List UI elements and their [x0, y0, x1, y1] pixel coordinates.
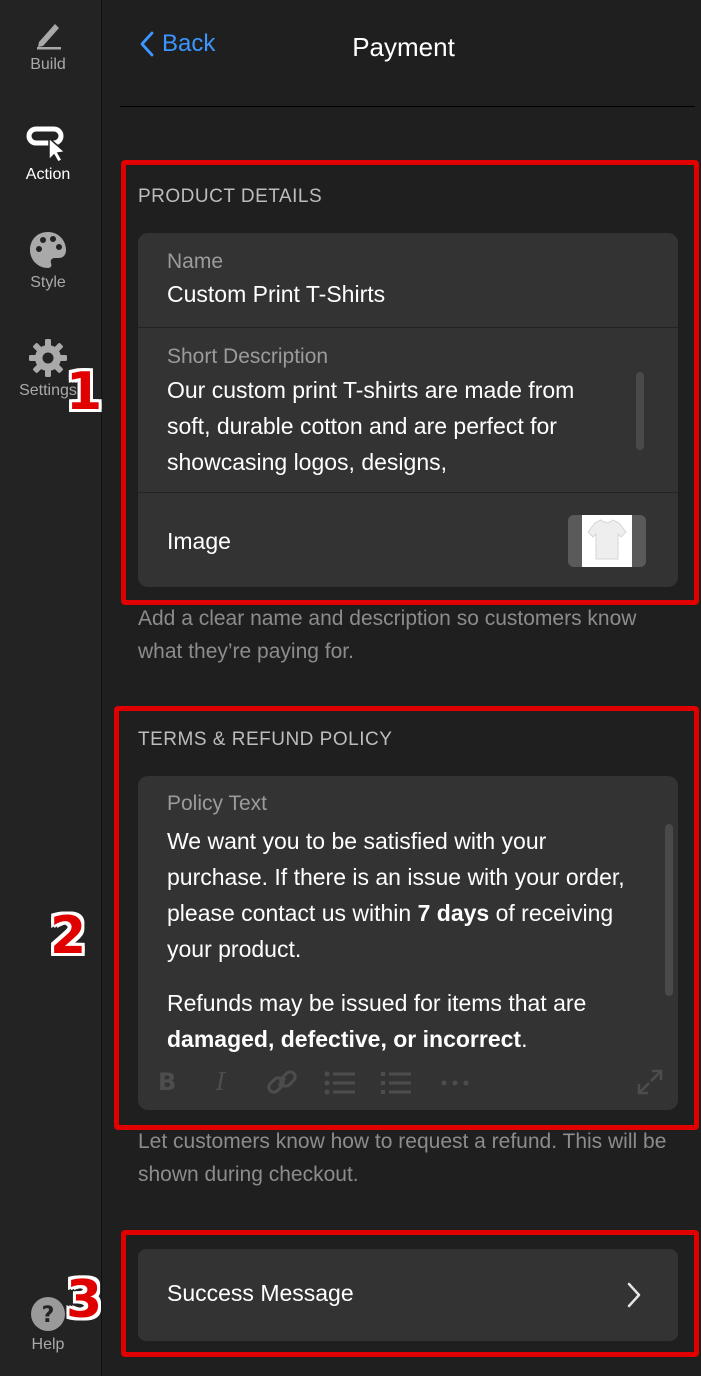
annotation-number-2: 2 — [50, 906, 87, 966]
scrollbar[interactable] — [665, 824, 673, 996]
italic-icon[interactable]: I — [212, 1068, 234, 1094]
palette-icon — [30, 232, 66, 268]
policy-text-editor[interactable]: We want you to be satisfied with your pu… — [167, 823, 637, 1075]
sidebar-item-label: Build — [30, 56, 66, 73]
page-title: Payment — [352, 32, 455, 62]
svg-text:?: ? — [42, 1303, 55, 1328]
link-icon[interactable] — [265, 1068, 299, 1096]
tshirt-image — [568, 515, 646, 567]
expand-icon[interactable] — [636, 1068, 664, 1096]
terms-heading: TERMS & REFUND POLICY — [138, 729, 393, 750]
numbered-list-icon[interactable] — [380, 1070, 412, 1096]
annotation-number-3: 3 — [66, 1270, 103, 1330]
pencil-icon — [37, 24, 61, 50]
short-description-field[interactable]: Short Description Our custom print T-shi… — [138, 328, 678, 492]
sidebar-item-label: Help — [31, 1336, 65, 1353]
bold-icon[interactable]: B — [154, 1068, 180, 1094]
product-details-heading: PRODUCT DETAILS — [138, 186, 323, 207]
scrollbar[interactable] — [636, 372, 644, 450]
annotation-number-1: 1 — [66, 362, 103, 422]
chevron-right-icon — [627, 1282, 641, 1308]
name-value[interactable]: Custom Print T-Shirts — [167, 281, 385, 308]
short-description-text[interactable]: Our custom print T-shirts are made from … — [167, 372, 607, 480]
image-label: Image — [167, 528, 231, 554]
sidebar-item-action[interactable]: Action — [0, 124, 96, 184]
sidebar-item-label: Action — [25, 166, 71, 183]
sidebar-item-style[interactable]: Style — [0, 230, 96, 292]
product-details-helper: Add a clear name and description so cust… — [138, 607, 637, 663]
header: Back Payment — [120, 0, 695, 107]
cursor-click-icon — [26, 126, 67, 162]
policy-text-label: Policy Text — [167, 792, 267, 815]
terms-helper: Let customers know how to request a refu… — [138, 1130, 667, 1186]
question-icon: ? — [31, 1297, 65, 1331]
sidebar-item-label: Style — [30, 274, 66, 291]
name-field[interactable]: Name Custom Print T-Shirts — [138, 233, 678, 327]
svg-text:I: I — [215, 1068, 226, 1094]
main-panel: Back Payment PRODUCT DETAILS Name Custom… — [102, 0, 701, 1376]
bullet-list-icon[interactable] — [324, 1070, 356, 1096]
product-image-thumbnail[interactable] — [568, 515, 646, 567]
success-message-label: Success Message — [167, 1280, 354, 1306]
image-field[interactable]: Image — [138, 493, 678, 587]
more-options-icon[interactable] — [440, 1078, 470, 1088]
gear-icon — [29, 339, 67, 377]
success-message-row[interactable]: Success Message — [138, 1249, 678, 1341]
policy-editor-card: Policy Text We want you to be satisfied … — [138, 776, 678, 1110]
sidebar-item-build[interactable]: Build — [0, 16, 96, 74]
policy-paragraph: We want you to be satisfied with your pu… — [167, 828, 625, 962]
short-description-label: Short Description — [167, 345, 329, 368]
left-rail: Build Action Style Settings ? Help — [0, 0, 102, 1376]
policy-paragraph: Refunds may be issued for items that are… — [167, 990, 587, 1052]
name-label: Name — [167, 250, 224, 273]
svg-text:B: B — [158, 1068, 176, 1094]
product-details-card: Name Custom Print T-Shirts Short Descrip… — [138, 233, 678, 587]
